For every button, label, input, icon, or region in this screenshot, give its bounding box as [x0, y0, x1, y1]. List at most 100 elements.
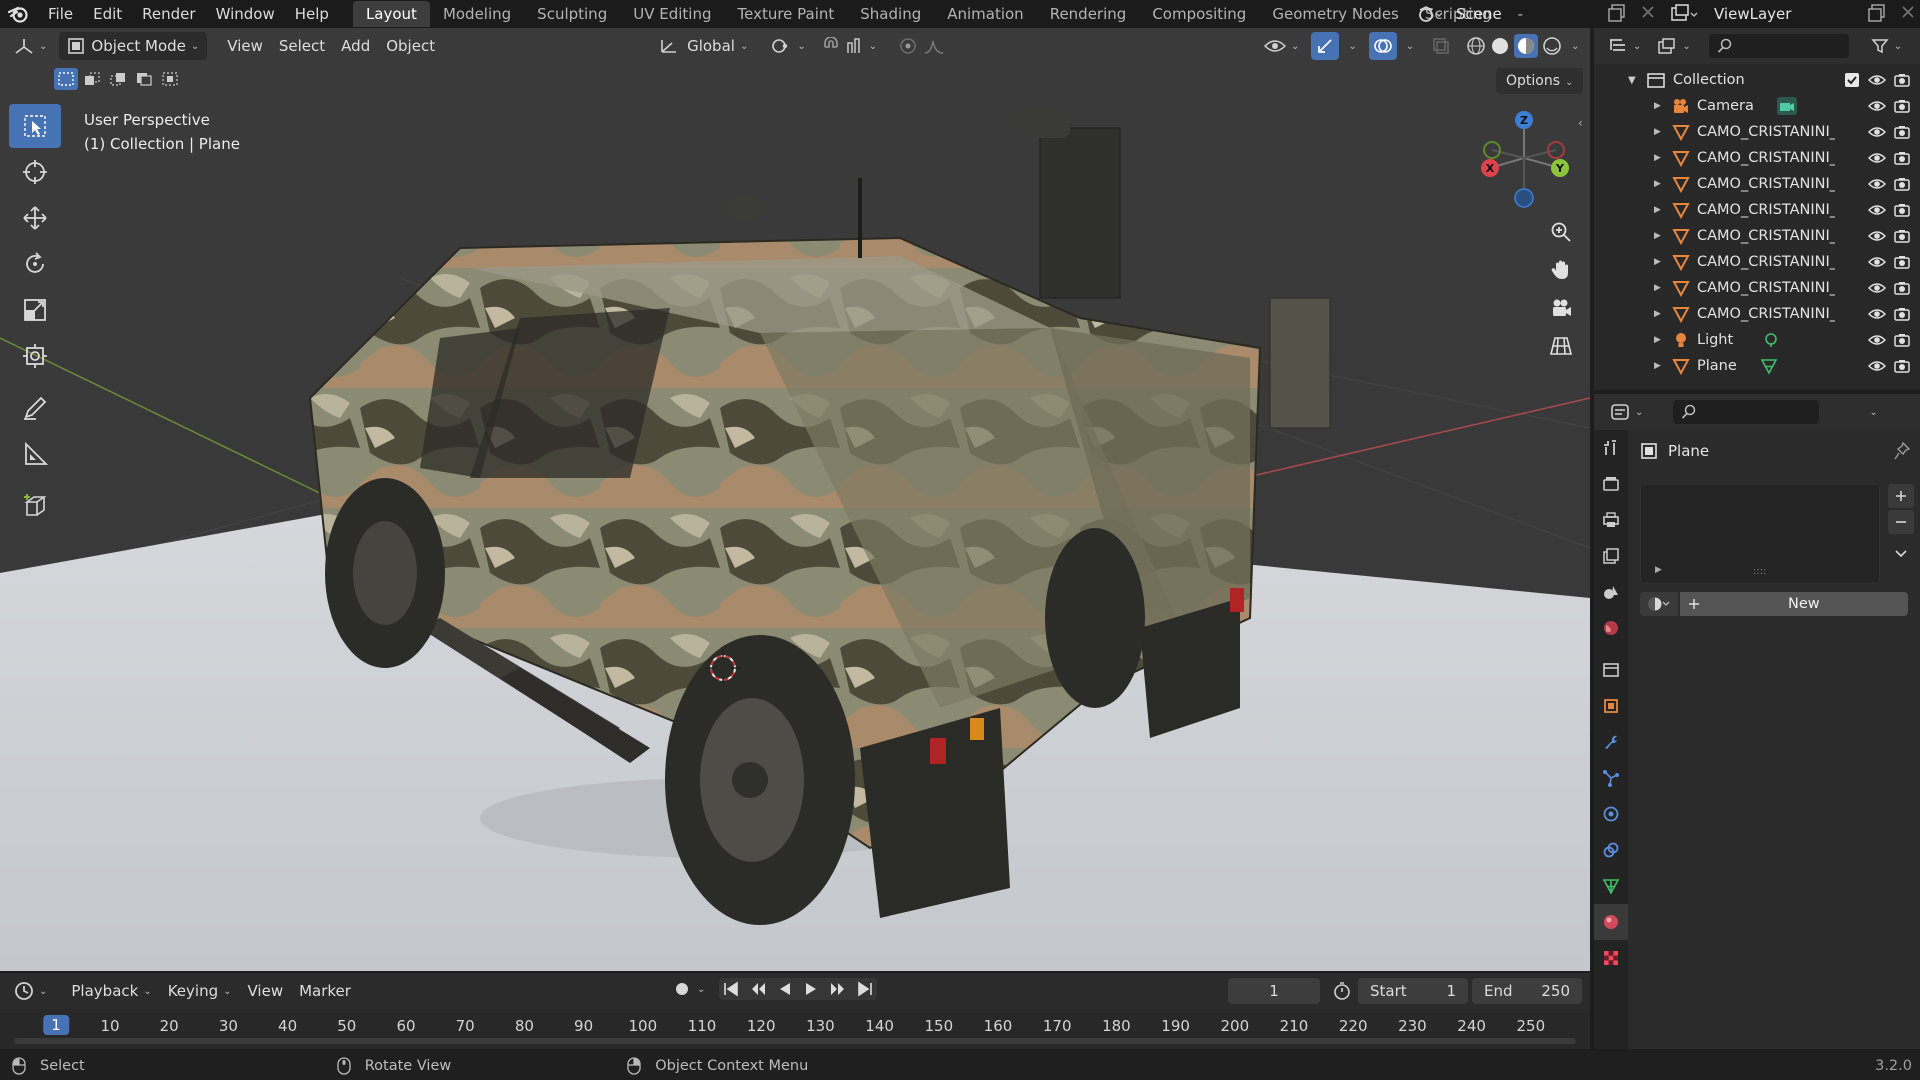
eye-icon[interactable]	[1868, 306, 1886, 322]
timeline-menu-marker[interactable]: Marker	[291, 977, 359, 1005]
tab-object[interactable]	[1594, 688, 1628, 724]
tool-measure[interactable]	[9, 432, 61, 476]
expand-arrow-icon[interactable]: ▶	[1654, 101, 1672, 111]
tab-collection[interactable]	[1594, 652, 1628, 688]
sidebar-toggle-icon[interactable]: ‹	[1578, 116, 1583, 130]
keying-dropdown[interactable]: ⌄	[697, 984, 705, 995]
eye-icon[interactable]	[1868, 254, 1886, 270]
render-camera-icon[interactable]	[1894, 72, 1910, 88]
camera-view-button[interactable]	[1543, 290, 1579, 326]
render-camera-icon[interactable]	[1894, 124, 1910, 140]
eye-icon[interactable]	[1868, 332, 1886, 348]
tab-animation[interactable]: Animation	[934, 1, 1036, 27]
timeline-scrollbar[interactable]	[14, 1038, 1576, 1044]
view-layer-name[interactable]: ViewLayer	[1714, 5, 1791, 23]
outliner-search-input[interactable]	[1708, 34, 1849, 58]
render-camera-icon[interactable]	[1894, 98, 1910, 114]
timeline-menu-keying[interactable]: Keying ⌄	[160, 977, 240, 1005]
outliner-item[interactable]: ▶ CAMO_CRISTANINI_F	[1594, 223, 1920, 249]
tab-render[interactable]	[1594, 466, 1628, 502]
tool-move[interactable]	[9, 196, 61, 240]
add-material-slot-button[interactable]	[1888, 484, 1914, 508]
tab-modeling[interactable]: Modeling	[430, 1, 524, 27]
eye-icon[interactable]	[1868, 280, 1886, 296]
play-reverse-icon[interactable]	[777, 980, 793, 998]
start-frame-field[interactable]: Start 1	[1358, 978, 1468, 1004]
copy-scene-icon[interactable]	[1608, 4, 1626, 22]
tab-view-layer[interactable]	[1594, 538, 1628, 574]
jump-keyframe-back-icon[interactable]	[749, 980, 767, 998]
tool-add-cube[interactable]	[9, 484, 61, 528]
gizmo-dropdown[interactable]: ⌄	[1348, 41, 1356, 52]
zoom-button[interactable]	[1543, 214, 1579, 250]
render-camera-icon[interactable]	[1894, 202, 1910, 218]
jump-start-icon[interactable]	[723, 980, 739, 998]
viewport-menu-view[interactable]: View	[219, 32, 271, 60]
stopwatch-icon[interactable]	[1332, 981, 1352, 1001]
timeline-ruler[interactable]: 1 10 20 30 40 50 60 70 80 90 100 110 120 130 140 150 160…	[0, 1009, 1590, 1049]
scene-name[interactable]: Scene	[1456, 5, 1502, 23]
browse-material-button[interactable]	[1640, 592, 1678, 616]
tab-geometry-nodes[interactable]: Geometry Nodes	[1259, 1, 1412, 27]
new-material-button[interactable]: New	[1680, 592, 1908, 616]
expand-arrow-icon[interactable]: ▶	[1654, 179, 1672, 189]
jump-end-icon[interactable]	[857, 980, 873, 998]
eye-icon[interactable]	[1868, 228, 1886, 244]
close-scene-icon[interactable]	[1640, 4, 1656, 22]
tab-rendering[interactable]: Rendering	[1037, 1, 1140, 27]
expand-arrow-icon[interactable]: ▶	[1654, 361, 1672, 371]
select-subtract-button[interactable]	[106, 68, 130, 90]
mesh-data-icon[interactable]	[1760, 357, 1778, 375]
play-icon[interactable]	[803, 980, 819, 998]
tool-cursor[interactable]	[9, 150, 61, 194]
properties-search-input[interactable]	[1673, 400, 1820, 424]
expand-arrow-icon[interactable]: ▶	[1654, 127, 1672, 137]
xray-toggle[interactable]	[1424, 32, 1458, 60]
expand-arrow-icon[interactable]: ▶	[1654, 309, 1672, 319]
tab-material[interactable]	[1594, 904, 1628, 940]
outliner-item[interactable]: ▶ CAMO_CRISTANINI_F	[1594, 171, 1920, 197]
exclude-checkbox-icon[interactable]	[1844, 72, 1860, 88]
collapse-arrow-icon[interactable]: ▼	[1628, 75, 1646, 86]
menu-help[interactable]: Help	[285, 0, 339, 28]
select-extend-button[interactable]	[80, 68, 104, 90]
tab-tool[interactable]	[1594, 430, 1628, 466]
tool-scale[interactable]	[9, 288, 61, 332]
eye-icon[interactable]	[1868, 98, 1886, 114]
properties-options-dropdown[interactable]: ⌄	[1869, 407, 1877, 418]
tab-output[interactable]	[1594, 502, 1628, 538]
menu-edit[interactable]: Edit	[83, 0, 132, 28]
mode-selector[interactable]: Object Mode ⌄	[59, 32, 208, 60]
tab-particles[interactable]	[1594, 760, 1628, 796]
tab-physics[interactable]	[1594, 796, 1628, 832]
render-camera-icon[interactable]	[1894, 332, 1910, 348]
expand-arrow-icon[interactable]: ▶	[1654, 153, 1672, 163]
viewport-menu-add[interactable]: Add	[333, 32, 378, 60]
outliner-collection-row[interactable]: ▼ Collection	[1594, 67, 1920, 93]
select-new-button[interactable]	[54, 68, 78, 90]
timeline-menu-view[interactable]: View	[240, 977, 292, 1005]
3d-viewport[interactable]: ⌄ Object Mode ⌄ View Select Add Object Gl…	[0, 28, 1590, 971]
tool-annotate[interactable]	[9, 386, 61, 430]
eye-icon[interactable]	[1868, 150, 1886, 166]
perspective-toggle-button[interactable]	[1543, 328, 1579, 364]
select-intersect-button[interactable]	[158, 68, 182, 90]
outliner-item[interactable]: ▶ Plane	[1594, 353, 1920, 379]
tab-data[interactable]	[1594, 868, 1628, 904]
view-layer-selector[interactable]: ViewLayer	[1670, 2, 1791, 26]
editor-type-button[interactable]: ⌄	[6, 32, 55, 60]
material-shading-icon[interactable]	[1514, 34, 1539, 58]
tool-rotate[interactable]	[9, 242, 61, 286]
material-specials-button[interactable]	[1888, 542, 1914, 566]
eye-icon[interactable]	[1868, 72, 1886, 88]
snap-toggle[interactable]: ⌄	[814, 32, 885, 60]
pan-button[interactable]	[1543, 252, 1579, 288]
tab-uv-editing[interactable]: UV Editing	[620, 1, 724, 27]
menu-file[interactable]: File	[38, 0, 83, 28]
viewport-menu-select[interactable]: Select	[271, 32, 333, 60]
light-data-icon[interactable]	[1762, 331, 1780, 349]
display-mode-selector[interactable]: ⌄	[1649, 32, 1698, 60]
tool-select-box[interactable]	[9, 104, 61, 148]
outliner-item[interactable]: ▶ Camera	[1594, 93, 1920, 119]
eye-icon[interactable]	[1868, 176, 1886, 192]
